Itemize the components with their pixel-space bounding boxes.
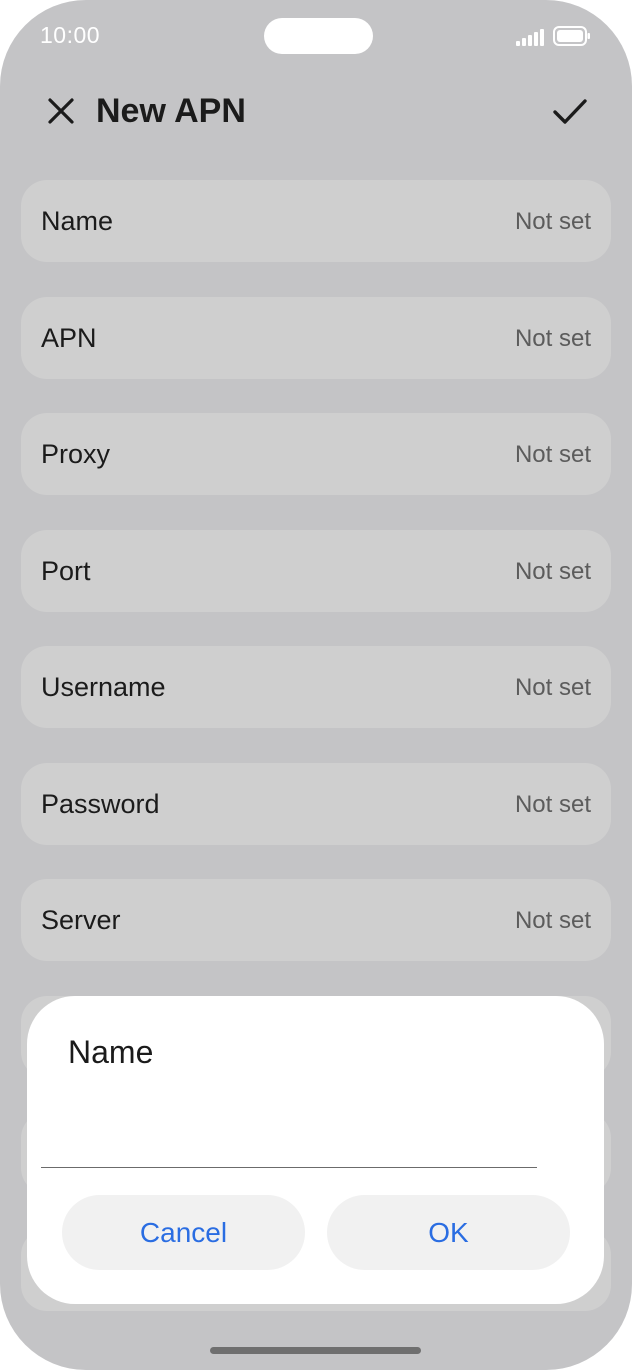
confirm-button[interactable] — [548, 90, 592, 134]
setting-value: Not set — [514, 674, 591, 701]
setting-value: Not set — [514, 557, 591, 585]
setting-label: APN — [41, 322, 97, 353]
setting-value: Not set — [514, 790, 591, 818]
dialog-title: Name — [68, 1034, 154, 1070]
home-indicator[interactable] — [210, 1347, 421, 1354]
ok-button[interactable]: OK — [327, 1195, 570, 1270]
cellular-signal-icon — [516, 29, 544, 46]
setting-label: Username — [41, 672, 166, 702]
battery-icon — [553, 26, 590, 46]
top-app-bar: New APN — [0, 78, 632, 148]
setting-value: Not set — [514, 907, 591, 934]
setting-row-port[interactable]: Port Not set — [21, 529, 611, 612]
setting-value: Not set — [514, 441, 591, 468]
status-bar: 10:00 — [0, 0, 632, 72]
setting-row-proxy[interactable]: Proxy Not set — [21, 413, 611, 495]
setting-value: Not set — [514, 208, 591, 235]
close-icon — [48, 98, 74, 124]
setting-row-password[interactable]: Password Not set — [21, 762, 611, 845]
setting-row-name[interactable]: Name Not set — [21, 180, 611, 262]
setting-row-server[interactable]: Server Not set — [21, 879, 611, 961]
setting-label: Port — [41, 555, 91, 586]
setting-label: Password — [41, 788, 160, 819]
cancel-button[interactable]: Cancel — [62, 1195, 305, 1270]
setting-row-apn[interactable]: APN Not set — [21, 296, 611, 379]
setting-label: Proxy — [41, 439, 111, 469]
page-title: New APN — [96, 92, 246, 130]
setting-label: Server — [41, 905, 121, 935]
dynamic-island — [264, 18, 373, 54]
setting-value: Not set — [514, 324, 591, 352]
name-input[interactable] — [41, 1112, 537, 1168]
phone-screen: 10:00 New APN Name Not set APN Not set P… — [0, 0, 632, 1370]
setting-label: Name — [41, 206, 114, 236]
close-button[interactable] — [40, 90, 82, 132]
setting-row-username[interactable]: Username Not set — [21, 646, 611, 728]
checkmark-icon — [553, 99, 587, 124]
status-time: 10:00 — [40, 22, 101, 48]
